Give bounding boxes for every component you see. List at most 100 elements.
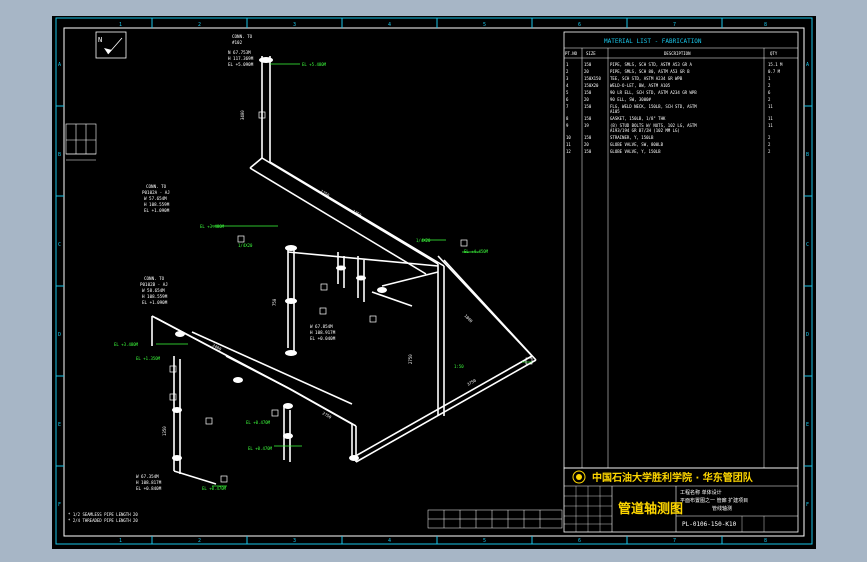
material-row-2-col-0: 2 xyxy=(566,69,569,74)
tag-9: EL +0.470M xyxy=(202,486,227,491)
header-ptno: PT.NO xyxy=(565,51,578,56)
conn-left-c3: EL +1.090M xyxy=(144,208,170,213)
material-row-6-description: 90 ELL, SW, 3000# xyxy=(610,97,652,102)
conn-low: CONN. TO xyxy=(144,276,165,281)
material-row-8-description: GASKET, 150LB, 1/8" THK xyxy=(610,116,666,121)
ruler-bottom-1: 1 xyxy=(119,538,122,544)
material-row-11-col-0: 11 xyxy=(566,142,571,147)
footnote-2: * 2/4 THREADED PIPE LENGTH 20 xyxy=(68,518,138,523)
tag-11: 1:50 xyxy=(454,364,464,369)
ruler-bottom-5: 5 xyxy=(483,538,486,544)
connection-notes: CONN. TO #102 N 67.753M H 117.369M EL +5… xyxy=(136,34,336,491)
ruler-top-2: 2 xyxy=(198,22,201,28)
material-row-2-col-1: 20 xyxy=(584,69,589,74)
material-row-10-col-0: 10 xyxy=(566,135,571,140)
ruler-top-7: 7 xyxy=(673,22,676,28)
material-row-4-col-0: 4 xyxy=(566,83,569,88)
header-description: DESCRIPTION xyxy=(664,51,691,56)
left-stamp-boxes xyxy=(65,123,97,161)
ruler-side-b: B xyxy=(58,152,61,158)
material-row-5-description: 90 LR ELL, SCH STD, ASTM A234 GR WPB xyxy=(610,90,697,95)
material-row-2-col-3: 0.7 M xyxy=(768,69,781,74)
tag-7: EL +1.350M xyxy=(136,356,161,361)
tag-2: EL +3.480M xyxy=(200,224,225,229)
school-name: 中国石油大学胜利学院 · 华东管团队 xyxy=(592,471,754,484)
header-qty: QTY xyxy=(770,51,778,56)
conn-low-ref: P0102B - AJ xyxy=(140,282,168,287)
ruler-right-e: E xyxy=(806,422,809,428)
material-list: MATERIAL LIST - FABRICATION PT.NO SIZE D… xyxy=(563,31,799,469)
ruler-top-5: 5 xyxy=(483,22,486,28)
material-rows: 1 150 15.1 M PIPE, SMLS, SCH STD, ASTM A53 … xyxy=(566,62,783,154)
border-ruler xyxy=(56,18,812,544)
conn-top-c3: EL +5.090M xyxy=(228,62,254,67)
ruler-bottom-2: 2 xyxy=(198,538,201,544)
material-row-10-col-3: 2 xyxy=(768,135,771,140)
ruler-top-8: 8 xyxy=(764,22,767,28)
ruler-side-a: A xyxy=(58,62,61,68)
conn-left-ref: P0102A - AJ xyxy=(142,190,170,195)
material-row-6-col-1: 20 xyxy=(584,97,589,102)
ruler-bottom-4: 4 xyxy=(388,538,391,544)
conn-low-c2: H 108.559M xyxy=(142,294,168,299)
ruler-top-1: 1 xyxy=(119,22,122,28)
material-row-11-col-1: 20 xyxy=(584,142,589,147)
isometric-drawing: 1 2 3 4 5 6 7 8 1 2 3 4 5 6 7 8 A B C D … xyxy=(55,17,813,545)
material-row-8-col-0: 8 xyxy=(566,116,569,121)
ruler-bottom-6: 6 xyxy=(578,538,581,544)
tag-1: EL +5.480M xyxy=(302,62,327,67)
material-row-7-col-1: 150 xyxy=(584,104,592,109)
material-row-9-col-0: 9 xyxy=(566,123,569,128)
material-row-11-col-3: 2 xyxy=(768,142,771,147)
drawing-number: PL-0106-150-K10 xyxy=(682,521,737,528)
ruler-right-f: F xyxy=(806,502,809,508)
material-row-10-col-1: 150 xyxy=(584,135,592,140)
elevation-tags: EL +5.480M EL +3.480M 1/4X20 1/4X20 EL +… xyxy=(114,62,489,491)
bottom-c3: EL +0.840M xyxy=(136,486,162,491)
material-row-4-description: WELD-O-LET, BW, ASTM A105 xyxy=(610,83,671,88)
material-row-10-description: STRAINER, Y, 150LB xyxy=(610,135,654,140)
dimension-labels: 3400 1750 1750 1800 2750 3750 2750 2400 … xyxy=(162,110,477,436)
material-row-5-col-1: 150 xyxy=(584,90,592,95)
material-row-6-col-3: 2 xyxy=(768,97,771,102)
ruler-bottom-7: 7 xyxy=(673,538,676,544)
north-label: N xyxy=(98,36,102,44)
conn-left: CONN. TO xyxy=(146,184,167,189)
ruler-side-d: D xyxy=(58,332,61,338)
north-arrow: N xyxy=(95,31,127,59)
material-row-9-col-1: 19 xyxy=(584,123,589,128)
footnote-1: * 1/2 SEAMLESS PIPE LENGTH 20 xyxy=(68,512,138,517)
material-row-7-description: FLG, WELD NECK, 150LB, SCH STD, ASTM xyxy=(610,104,697,109)
ruler-bottom-8: 8 xyxy=(764,538,767,544)
dim-6: 3750 xyxy=(466,377,477,386)
material-row-1-description: PIPE, SMLS, SCH STD, ASTM A53 GR A xyxy=(610,62,692,67)
school-logo-center xyxy=(576,474,582,480)
material-row-3-col-3: 1 xyxy=(768,76,771,81)
project-line-2: 平面布置图之一 管廊 扩建项目 xyxy=(680,497,748,504)
conn-left-c2: H 108.559M xyxy=(144,202,170,207)
material-row-1-col-0: 1 xyxy=(566,62,569,67)
dim-4: 1800 xyxy=(463,313,474,324)
title-block: 中国石油大学胜利学院 · 华东管团队 管道轴测图 工程名称 单体设计 平面布置图… xyxy=(563,467,799,533)
bottom-c1: W 67.354M xyxy=(136,474,159,479)
material-row-4-col-1: 150X20 xyxy=(584,83,599,88)
material-row-6-col-0: 6 xyxy=(566,97,569,102)
mid-c2: H 108.917M xyxy=(310,330,336,335)
material-row-3-col-1: 150X150 xyxy=(584,76,601,81)
material-row-8-col-3: 11 xyxy=(768,116,773,121)
conn-top-ref: #102 xyxy=(232,40,243,45)
conn-top-c2: H 117.369M xyxy=(228,56,254,61)
material-row-3-col-0: 3 xyxy=(566,76,569,81)
material-row-8-col-1: 150 xyxy=(584,116,592,121)
ruler-top-3: 3 xyxy=(293,22,296,28)
ruler-right-a: A xyxy=(806,62,809,68)
conn-low-c3: EL +1.090M xyxy=(142,300,168,305)
conn-left-c1: W 57.654M xyxy=(144,196,167,201)
material-row-9-description: A193/194 GR B7/2H (102 MM LG) xyxy=(610,128,680,133)
material-row-12-col-3: 2 xyxy=(768,149,771,154)
bottom-c2: H 108.817M xyxy=(136,480,162,485)
footnotes: * 1/2 SEAMLESS PIPE LENGTH 20 * 2/4 THRE… xyxy=(68,512,138,523)
material-row-7-col-0: 7 xyxy=(566,104,569,109)
conn-top: CONN. TO xyxy=(232,34,253,39)
drawing-title: 管道轴测图 xyxy=(618,501,683,517)
